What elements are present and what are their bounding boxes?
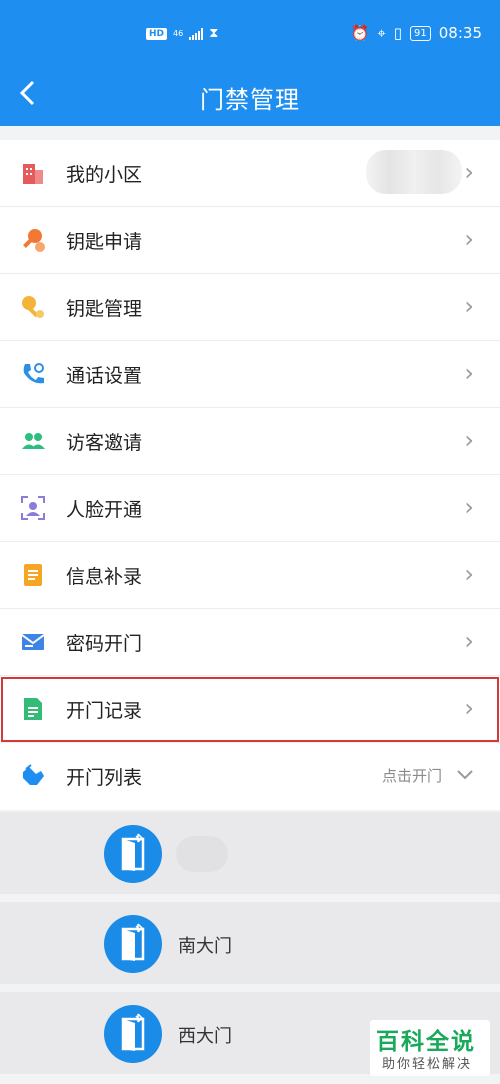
- open-door-action: 点击开门: [381, 767, 442, 785]
- vibrate-icon: ▯: [393, 24, 403, 42]
- signal-icon: [189, 27, 204, 40]
- hd-indicator: HD: [146, 27, 168, 40]
- location-icon: ⌖: [377, 24, 386, 42]
- door-name: 西大门: [178, 1026, 232, 1047]
- building-icon: [23, 164, 43, 184]
- menu-item-key-manage[interactable]: 钥匙管理 ›: [0, 274, 500, 341]
- menu-item-label: 密码开门: [66, 633, 143, 655]
- menu-item-label: 人脸开通: [66, 499, 143, 521]
- network-type: 46: [173, 28, 184, 38]
- clock: 08:35: [438, 24, 482, 42]
- chevron-right-icon: ›: [464, 694, 474, 722]
- door-name: 南大门: [178, 936, 232, 957]
- chevron-right-icon: ›: [464, 627, 474, 655]
- hand-tap-icon: [23, 764, 44, 785]
- menu-item-label: 信息补录: [66, 566, 143, 588]
- menu-item-label: 钥匙申请: [66, 231, 143, 253]
- watermark-title: 百科全说: [376, 1029, 476, 1055]
- chevron-right-icon: ›: [464, 560, 474, 588]
- page-title: 门禁管理: [200, 86, 300, 114]
- menu-item-label: 通话设置: [66, 365, 143, 387]
- open-list-label: 开门列表: [66, 767, 143, 789]
- bluetooth-door-icon[interactable]: [104, 915, 162, 973]
- menu-item-key-apply[interactable]: 钥匙申请 ›: [0, 207, 500, 274]
- watermark-subtitle: 助你轻松解决: [382, 1057, 473, 1072]
- chevron-down-icon: [456, 765, 474, 786]
- menu-item-my-community[interactable]: 我的小区 ›: [0, 140, 500, 207]
- app-header: 门禁管理: [0, 72, 500, 126]
- open-door-toggle[interactable]: 点击开门: [382, 765, 474, 786]
- status-right: ⏰ ⌖ ▯ 91 08:35: [351, 24, 482, 42]
- face-scan-icon: [21, 496, 45, 520]
- door-item[interactable]: 南大门: [0, 902, 500, 984]
- key-settings-icon: [22, 296, 44, 318]
- bluetooth-door-icon[interactable]: [104, 1005, 162, 1063]
- menu-item-open-records[interactable]: 开门记录 ›: [0, 676, 500, 743]
- mail-icon: [21, 634, 45, 650]
- hourglass-icon: ⧗: [209, 26, 219, 41]
- watermark: 百科全说 助你轻松解决: [370, 1020, 490, 1076]
- chevron-right-icon: ›: [464, 292, 474, 320]
- chevron-right-icon: ›: [464, 158, 474, 186]
- status-bar: HD 46 ⧗ ⏰ ⌖ ▯ 91 08:35: [0, 0, 500, 72]
- alarm-icon: ⏰: [350, 24, 370, 42]
- menu-item-label: 访客邀请: [66, 432, 143, 454]
- chevron-right-icon: ›: [464, 426, 474, 454]
- key-apply-icon: [23, 229, 45, 252]
- menu-list: 我的小区 › 钥匙申请 › 钥匙管理 › 通话设置 › 访客邀请 › 人脸开通 …: [0, 140, 500, 810]
- door-name-hidden: [176, 836, 228, 872]
- menu-item-face-enable[interactable]: 人脸开通 ›: [0, 475, 500, 542]
- community-value: [366, 150, 462, 194]
- menu-item-info-supplement[interactable]: 信息补录 ›: [0, 542, 500, 609]
- menu-item-label: 我的小区: [66, 164, 143, 186]
- menu-item-visitor-invite[interactable]: 访客邀请 ›: [0, 408, 500, 475]
- visitors-icon: [22, 433, 45, 449]
- door-item[interactable]: [0, 812, 500, 894]
- record-icon: [24, 698, 42, 720]
- menu-item-label: 钥匙管理: [66, 298, 143, 320]
- battery-icon: 91: [410, 25, 431, 41]
- open-list-header[interactable]: 开门列表 点击开门: [0, 743, 500, 810]
- chevron-right-icon: ›: [464, 225, 474, 253]
- menu-item-call-settings[interactable]: 通话设置 ›: [0, 341, 500, 408]
- document-icon: [24, 564, 42, 586]
- chevron-right-icon: ›: [464, 359, 474, 387]
- menu-item-password-open[interactable]: 密码开门 ›: [0, 609, 500, 676]
- status-left: HD 46 ⧗: [146, 26, 218, 41]
- menu-item-label: 开门记录: [66, 700, 143, 722]
- bluetooth-door-icon[interactable]: [104, 825, 162, 883]
- phone-settings-icon: [23, 363, 44, 384]
- chevron-right-icon: ›: [464, 493, 474, 521]
